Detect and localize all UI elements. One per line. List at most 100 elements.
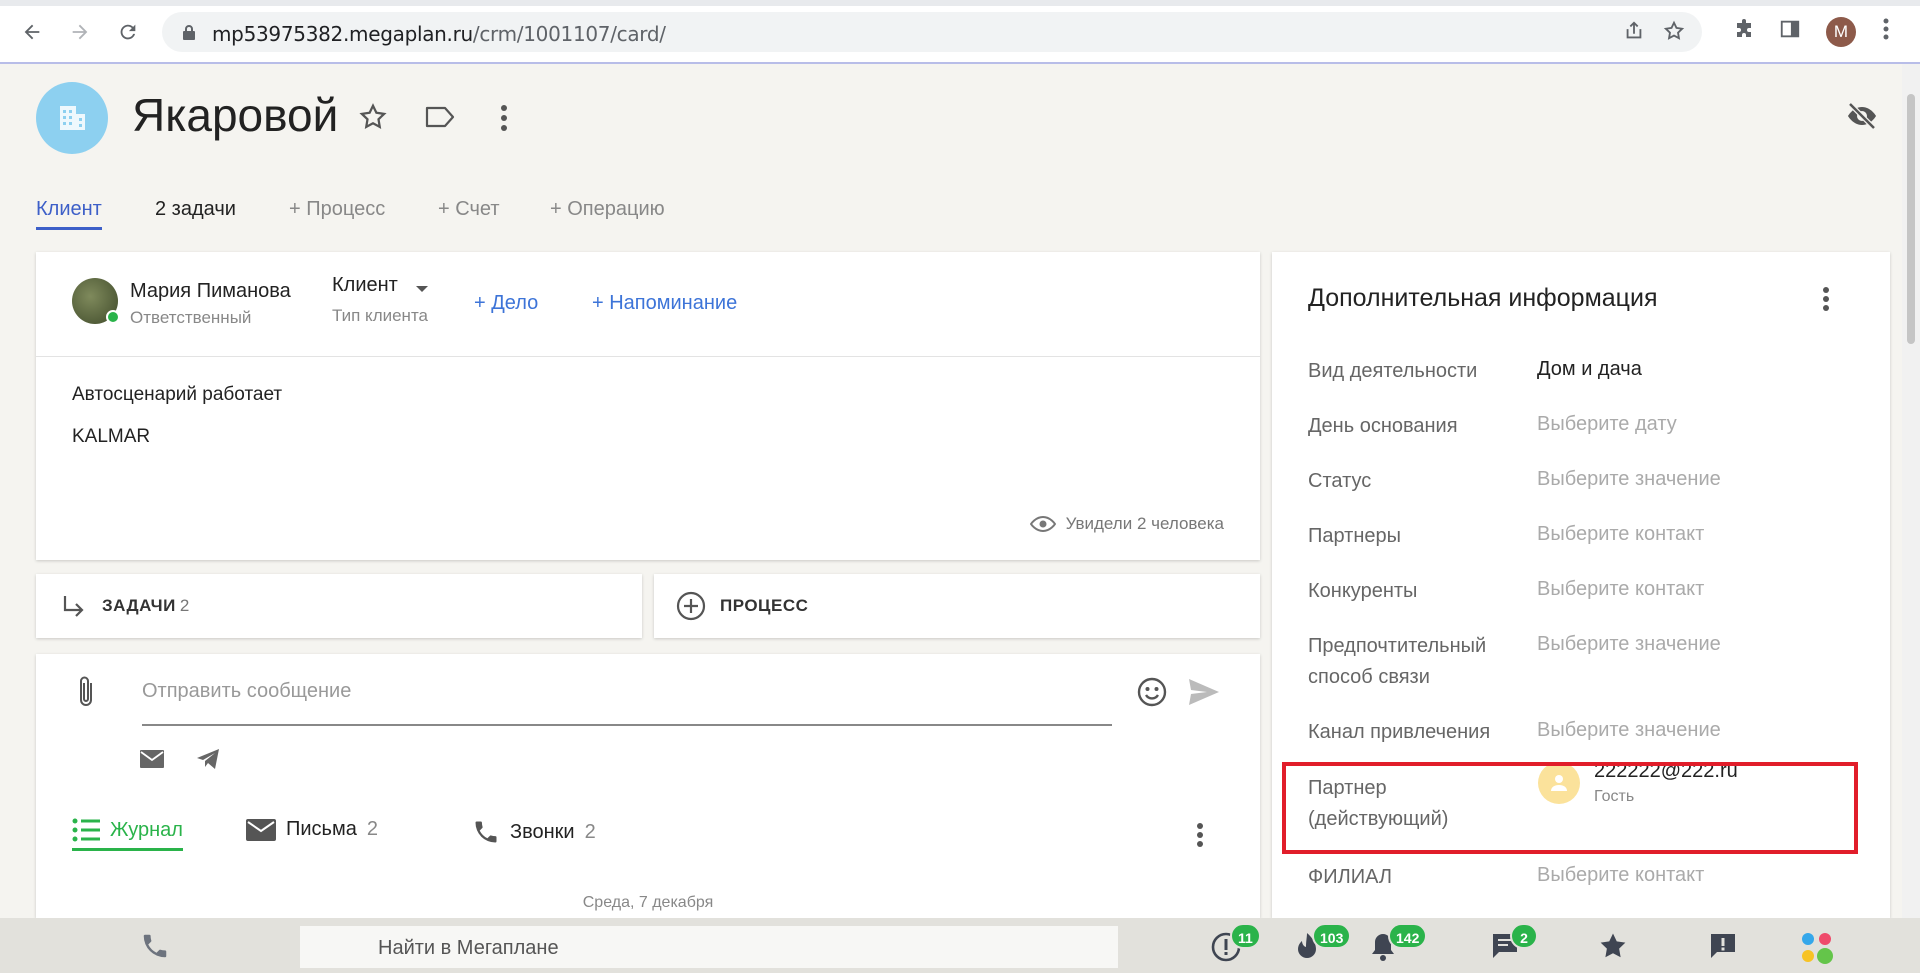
tasks-count: 2 [179, 596, 190, 615]
caret-down-icon[interactable] [416, 286, 428, 292]
tab-calls-count: 2 [584, 820, 596, 843]
tag-icon[interactable] [424, 104, 456, 135]
back-button[interactable] [14, 14, 50, 50]
notifications-button[interactable]: 142 [1368, 923, 1428, 963]
alerts-badge: 11 [1230, 923, 1261, 949]
profile-avatar[interactable]: M [1826, 17, 1856, 47]
extensions-icon[interactable] [1730, 18, 1758, 46]
highlight-frame [1282, 762, 1858, 854]
journal-more-icon[interactable] [1196, 822, 1204, 848]
client-type-label: Тип клиента [332, 306, 428, 325]
add-reminder-button[interactable]: + Напоминание [592, 292, 737, 315]
tasks-label-text: ЗАДАЧИ [102, 596, 176, 615]
message-input[interactable]: Отправить сообщение [142, 680, 351, 703]
field-value-channel[interactable]: Выберите значение [1537, 715, 1721, 746]
email-icon[interactable] [140, 750, 164, 768]
global-search[interactable]: Найти в Мегаплане [300, 926, 1118, 968]
responsible-avatar[interactable] [72, 278, 120, 324]
send-icon[interactable] [1188, 678, 1220, 706]
arrow-right-icon [72, 24, 88, 40]
page-scrollbar[interactable] [1902, 64, 1920, 918]
process-label: ПРОЦЕСС [720, 596, 809, 615]
bottom-bar: Найти в Мегаплане 11 103 142 2 [0, 918, 1920, 973]
tab-calls[interactable]: Звонки 2 [472, 818, 596, 846]
messages-button[interactable]: 2 [1490, 923, 1538, 963]
responsible-name[interactable]: Мария Пиманова [130, 280, 291, 303]
mail-icon [246, 818, 276, 841]
share-icon[interactable] [1622, 20, 1646, 44]
tab-journal[interactable]: Журнал [72, 818, 183, 851]
tab-tasks[interactable]: 2 задачи [155, 198, 236, 221]
field-value-contact-method[interactable]: Выберите значение [1537, 629, 1721, 660]
star-icon [1600, 933, 1626, 958]
feedback-icon [1711, 934, 1735, 958]
message-card: Отправить сообщение Журнал Письма 2 Звон… [36, 654, 1260, 918]
side-panel-icon[interactable] [1776, 18, 1804, 46]
address-bar[interactable]: mp53975382.megaplan.ru/crm/1001107/card/ [162, 12, 1702, 52]
field-value-competitors[interactable]: Выберите контакт [1537, 574, 1704, 605]
tab-letters[interactable]: Письма 2 [246, 818, 378, 841]
page-title: Якаровой [132, 89, 339, 141]
tab-add-invoice[interactable]: + Счет [438, 198, 500, 221]
day-separator: Среда, 7 декабря [582, 894, 714, 911]
field-value-foundation-date[interactable]: Выберите дату [1537, 409, 1677, 440]
tab-journal-label: Журнал [110, 818, 183, 841]
list-icon [72, 818, 100, 842]
field-value-activity[interactable]: Дом и дача [1537, 354, 1642, 385]
seen-by-text: Увидели 2 человека [1065, 514, 1224, 533]
phone-icon[interactable] [140, 931, 170, 961]
tab-client[interactable]: Клиент [36, 198, 102, 230]
url-host: mp53975382.megaplan.ru [212, 22, 473, 46]
field-label-status: Статус [1308, 470, 1372, 492]
browser-menu-icon[interactable] [1872, 18, 1900, 46]
alerts-button[interactable]: 11 [1210, 923, 1261, 963]
forward-button[interactable] [62, 14, 98, 50]
global-search-placeholder: Найти в Мегаплане [378, 937, 559, 959]
message-input-underline [142, 724, 1112, 726]
seen-by[interactable]: Увидели 2 человека [1029, 514, 1224, 534]
scrollbar-thumb[interactable] [1907, 94, 1915, 344]
emoji-icon[interactable] [1136, 676, 1168, 708]
tasks-section[interactable]: ЗАДАЧИ 2 [36, 574, 642, 638]
field-label-contact-method: Предпочтительный способ связи [1308, 635, 1487, 688]
favorites-button[interactable] [1598, 931, 1630, 963]
feedback-button[interactable] [1708, 931, 1740, 963]
client-type-select[interactable]: Клиент [332, 274, 398, 297]
eye-off-icon[interactable] [1846, 100, 1878, 132]
tab-strip [0, 0, 1920, 6]
reload-button[interactable] [110, 14, 146, 50]
info-title: Дополнительная информация [1308, 284, 1658, 312]
notifications-badge: 142 [1388, 923, 1428, 949]
tab-add-process[interactable]: + Процесс [289, 198, 385, 221]
subdirectory-arrow-icon [63, 596, 84, 617]
responsible-role: Ответственный [130, 308, 252, 327]
hot-badge: 103 [1312, 923, 1352, 949]
bookmark-star-icon[interactable] [1662, 20, 1686, 44]
add-task-button[interactable]: + Дело [474, 292, 538, 315]
hot-button[interactable]: 103 [1292, 923, 1352, 963]
browser-toolbar: mp53975382.megaplan.ru/crm/1001107/card/… [0, 0, 1920, 64]
eye-icon [1029, 515, 1056, 533]
building-icon [60, 106, 85, 130]
apps-grid-icon [1802, 933, 1833, 964]
field-label-channel: Канал привлечения [1308, 721, 1491, 743]
description-line: Автосценарий работает [72, 384, 283, 405]
field-value-branch[interactable]: Выберите контакт [1537, 860, 1704, 891]
field-label-competitors: Конкуренты [1308, 580, 1418, 602]
info-more-icon[interactable] [1822, 286, 1830, 312]
apps-button[interactable] [1800, 931, 1833, 964]
favorite-star-icon[interactable] [358, 102, 388, 137]
add-circle-icon [676, 591, 706, 621]
phone-icon [475, 821, 497, 843]
telegram-icon[interactable] [196, 748, 220, 770]
field-value-status[interactable]: Выберите значение [1537, 464, 1721, 495]
client-main-card: Мария Пиманова Ответственный Клиент Тип … [36, 252, 1260, 560]
tasks-label: ЗАДАЧИ 2 [102, 596, 190, 616]
tab-letters-label: Письма [286, 818, 357, 840]
process-section[interactable]: ПРОЦЕСС [654, 574, 1260, 638]
more-vert-icon[interactable] [500, 104, 508, 137]
field-label-activity: Вид деятельности [1308, 360, 1478, 382]
tab-add-operation[interactable]: + Операцию [550, 198, 665, 221]
field-value-partners[interactable]: Выберите контакт [1537, 519, 1704, 550]
attach-icon[interactable] [76, 674, 96, 710]
